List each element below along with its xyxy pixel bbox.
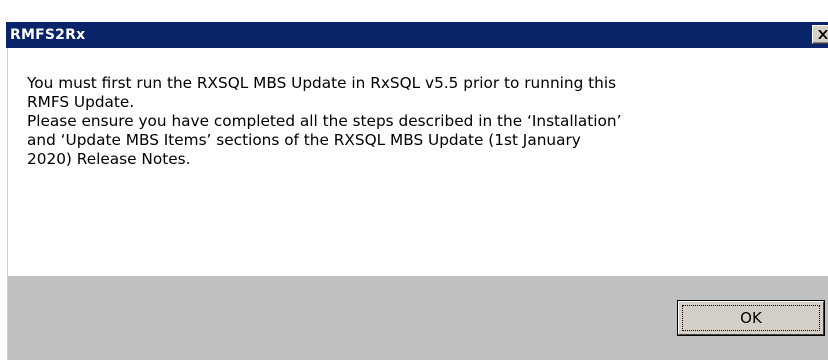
button-bar: OK xyxy=(8,276,828,360)
message-line: RMFS Update. xyxy=(27,93,135,111)
message-line: and ‘Update MBS Items’ sections of the R… xyxy=(27,131,581,149)
close-button[interactable] xyxy=(812,25,828,44)
title-bar[interactable]: RMFS2Rx xyxy=(6,22,828,48)
ok-button[interactable]: OK xyxy=(677,300,825,336)
close-icon xyxy=(818,30,828,39)
message-dialog: RMFS2Rx You must first run the RXSQL MBS… xyxy=(0,0,828,360)
dialog-title: RMFS2Rx xyxy=(10,27,86,43)
dialog-message: You must first run the RXSQL MBS Update … xyxy=(27,74,807,169)
message-line: 2020) Release Notes. xyxy=(27,150,191,168)
ok-button-label: OK xyxy=(740,309,762,327)
message-line: You must first run the RXSQL MBS Update … xyxy=(27,74,617,92)
message-line: Please ensure you have completed all the… xyxy=(27,112,622,130)
